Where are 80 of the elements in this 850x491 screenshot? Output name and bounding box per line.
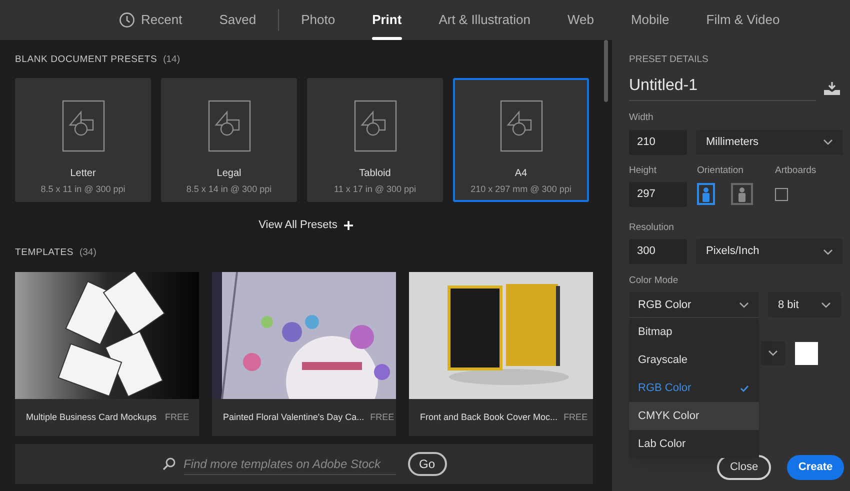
document-icon — [500, 100, 542, 152]
clock-icon — [119, 12, 135, 28]
chevron-icon — [823, 139, 833, 145]
menu-item[interactable]: Bitmap — [629, 318, 759, 346]
landscape-button[interactable] — [731, 183, 753, 206]
chevron-icon — [823, 248, 833, 254]
search-field[interactable]: Find more templates on Adobe Stock — [184, 453, 396, 475]
tab[interactable]: Art & Illustration — [438, 0, 530, 40]
chevron-icon — [768, 350, 778, 356]
tab[interactable]: Print — [372, 0, 402, 40]
tab[interactable]: Saved — [219, 0, 256, 40]
preset-size: 8.5 x 14 in @ 300 ppi — [186, 183, 272, 196]
preset-name: Tabloid — [359, 167, 391, 182]
preset-card[interactable]: A4 210 x 297 mm @ 300 ppi — [453, 78, 589, 202]
field-label: Height — [629, 164, 658, 178]
color-swatch[interactable] — [795, 342, 818, 365]
dropdown[interactable] — [761, 341, 785, 366]
field-label: Orientation — [697, 164, 744, 178]
preset-card[interactable]: Legal 8.5 x 14 in @ 300 ppi — [161, 78, 297, 202]
view-all-presets-link[interactable]: View All Presets — [258, 217, 354, 234]
template-card[interactable]: Front and Back Book Cover Moc... FREE — [409, 272, 593, 436]
preset-card[interactable]: Tabloid 11 x 17 in @ 300 ppi — [307, 78, 443, 202]
section-heading: BLANK DOCUMENT PRESETS — [15, 53, 158, 67]
tab[interactable]: Web — [567, 0, 594, 40]
units-dropdown[interactable]: Millimeters — [696, 130, 843, 154]
checkmark-icon — [740, 384, 749, 392]
field-label: Artboards — [775, 164, 816, 178]
template-count: (34) — [79, 246, 96, 260]
document-icon — [208, 100, 250, 152]
resolution-units-dropdown[interactable]: Pixels/Inch — [696, 239, 843, 264]
preset-size: 8.5 x 11 in @ 300 ppi — [40, 183, 126, 196]
artboards-checkbox[interactable] — [775, 188, 788, 201]
number-field[interactable]: 210 — [629, 130, 687, 154]
save-preset-icon[interactable] — [824, 82, 840, 96]
field-label: Color Mode — [629, 274, 680, 288]
template-name: Multiple Business Card Mockups — [26, 410, 157, 424]
panel-heading: PRESET DETAILS — [629, 53, 710, 67]
price-label: FREE — [564, 410, 588, 424]
preset-size: 210 x 297 mm @ 300 ppi — [470, 183, 572, 196]
document-icon — [62, 100, 104, 152]
chevron-icon — [821, 302, 831, 308]
person-icon — [701, 186, 711, 202]
menu-item[interactable]: CMYK Color — [629, 402, 759, 430]
preset-size: 11 x 17 in @ 300 ppi — [334, 183, 416, 196]
create-button[interactable]: Create — [787, 455, 844, 480]
preset-name: Letter — [70, 167, 96, 182]
menu-item[interactable]: Grayscale — [629, 346, 759, 374]
tab[interactable]: Photo — [301, 0, 336, 40]
preset-name: A4 — [514, 167, 528, 182]
document-name-field[interactable]: Untitled-1 — [629, 74, 816, 102]
price-label: FREE — [164, 410, 189, 424]
scrollbar-thumb[interactable] — [604, 40, 608, 102]
bit-depth-dropdown[interactable]: 8 bit — [768, 292, 841, 318]
menu-item[interactable]: Lab Color — [629, 430, 759, 458]
menu-item[interactable]: RGB Color — [629, 374, 759, 402]
tab[interactable]: Recent — [119, 0, 182, 40]
tab[interactable]: Mobile — [630, 0, 670, 40]
template-card[interactable]: Painted Floral Valentine's Day Ca... FREE — [212, 272, 396, 436]
field-label: Width — [629, 111, 654, 126]
number-field[interactable]: 300 — [629, 239, 687, 264]
template-name: Front and Back Book Cover Moc... — [420, 410, 558, 424]
color-mode-dropdown[interactable]: RGB Color — [629, 292, 759, 318]
document-icon — [354, 100, 396, 152]
template-card[interactable]: Multiple Business Card Mockups FREE — [15, 272, 199, 436]
tab[interactable]: Film & Video — [706, 0, 780, 40]
price-label: FREE — [370, 410, 394, 424]
plus-icon — [344, 221, 354, 230]
number-field[interactable]: 297 — [629, 182, 687, 207]
section-heading: TEMPLATES — [15, 246, 74, 260]
go-button[interactable]: Go — [408, 452, 446, 476]
person-icon — [737, 186, 747, 202]
template-name: Painted Floral Valentine's Day Ca... — [223, 410, 364, 424]
field-label: Resolution — [629, 220, 675, 235]
preset-name: Legal — [216, 167, 242, 182]
preset-card[interactable]: Letter 8.5 x 11 in @ 300 ppi — [15, 78, 151, 202]
portrait-button[interactable] — [697, 183, 715, 206]
chevron-icon — [739, 302, 749, 308]
search-icon — [162, 457, 176, 471]
preset-count: (14) — [163, 53, 180, 67]
close-button[interactable]: Close — [717, 455, 771, 480]
